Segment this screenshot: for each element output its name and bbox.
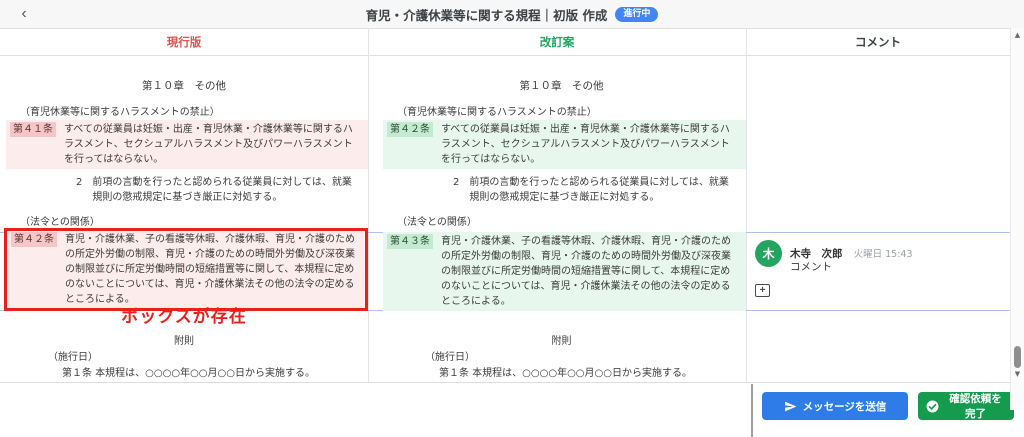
article-row-harassment[interactable]: 第４２条 すべての従業員は妊娠・出産・育児休業・介護休業等に関するハラスメント、… <box>383 120 746 169</box>
comments-pane: 木 木寺 次郎 火曜日 15:43 コメント + <box>747 56 1010 382</box>
paragraph-text: 前項の言動を行ったと認められる従業員に対しては、就業規則の懲戒規定に基づき厳正に… <box>469 175 731 205</box>
revised-version-pane: 第１０章 その他 （育児休業等に関するハラスメントの禁止） 第４２条 すべての従… <box>377 56 746 382</box>
article-number: 第４１条 <box>10 122 56 137</box>
status-badge: 進行中 <box>615 7 658 22</box>
enforcement-heading: （施行日） <box>48 350 98 365</box>
box-annotation: ボックスが存在 <box>0 310 368 325</box>
send-message-label: メッセージを送信 <box>803 399 887 414</box>
article-number: 第４２条 <box>11 232 57 247</box>
article-text: すべての従業員は妊娠・出産・育児休業・介護休業等に関するハラスメント、セクシュア… <box>441 122 737 167</box>
scrollbar[interactable]: ▲ ▼ <box>1010 28 1024 410</box>
article-row-law[interactable]: 第４３条 育児・介護休業、子の看護等休暇、介護休暇、育児・介護のための所定外労働… <box>383 232 746 311</box>
article-text: 育児・介護休業、子の看護等休暇、介護休暇、育児・介護のための所定外労働の制限、育… <box>65 232 361 307</box>
table-header: 現行版 改訂案 コメント <box>0 28 1010 56</box>
section-heading: （法令との関係） <box>397 215 477 230</box>
section-heading: （育児休業等に関するハラスメントの禁止） <box>20 105 220 120</box>
article-paragraph-2: 2 前項の言動を行ったと認められる従業員に対しては、就業規則の懲戒規定に基づき厳… <box>76 175 354 205</box>
article-text: すべての従業員は妊娠・出産・育児休業・介護休業等に関するハラスメント、セクシュア… <box>64 122 360 167</box>
scrollbar-thumb[interactable] <box>1014 346 1021 368</box>
section-heading: （育児休業等に関するハラスメントの禁止） <box>397 105 597 120</box>
chapter-heading: 第１０章 その他 <box>0 79 368 94</box>
add-comment-icon[interactable]: + <box>755 284 770 297</box>
enforcement-text: 第１条 本規程は、○○○○年○○月○○日から実施する。 <box>439 366 692 381</box>
column-divider <box>368 28 369 382</box>
scroll-down-arrow[interactable]: ▼ <box>1011 370 1024 378</box>
complete-request-button[interactable]: 確認依頼を完了 <box>918 392 1014 420</box>
article-number: 第４２条 <box>387 122 433 137</box>
scroll-up-arrow[interactable]: ▲ <box>1011 31 1024 39</box>
enforcement-heading: （施行日） <box>425 350 475 365</box>
complete-request-label: 確認依頼を完了 <box>945 391 1006 421</box>
column-header-current: 現行版 <box>0 29 368 55</box>
avatar: 木 <box>755 240 782 267</box>
chapter-heading: 第１０章 その他 <box>377 79 746 94</box>
column-header-comments: コメント <box>746 29 1010 55</box>
paragraph-number: 2 <box>76 175 82 205</box>
appendix-title: 附則 <box>0 334 368 349</box>
article-row-harassment[interactable]: 第４１条 すべての従業員は妊娠・出産・育児休業・介護休業等に関するハラスメント、… <box>6 120 368 169</box>
check-circle-icon <box>926 400 939 413</box>
topbar: ‹ 育児・介護休業等に関する規程｜初版 作成 進行中 <box>0 0 1024 28</box>
back-button[interactable]: ‹ <box>12 2 36 26</box>
paragraph-text: 前項の言動を行ったと認められる従業員に対しては、就業規則の懲戒規定に基づき厳正に… <box>92 175 354 205</box>
paragraph-number: 2 <box>453 175 459 205</box>
send-icon <box>784 400 797 413</box>
comment-body: コメント <box>790 259 832 274</box>
article-paragraph-2: 2 前項の言動を行ったと認められる従業員に対しては、就業規則の懲戒規定に基づき厳… <box>453 175 731 205</box>
content-bottom-border <box>0 382 1010 383</box>
article-row-law-selected[interactable]: 第４２条 育児・介護休業、子の看護等休暇、介護休暇、育児・介護のための所定外労働… <box>4 228 368 311</box>
article-number: 第４３条 <box>387 234 433 249</box>
appendix-title: 附則 <box>377 334 746 349</box>
current-version-pane: 第１０章 その他 （育児休業等に関するハラスメントの禁止） 第４１条 すべての従… <box>0 56 368 382</box>
article-text: 育児・介護休業、子の看護等休暇、介護休暇、育児・介護のための所定外労働の制限、育… <box>441 234 737 309</box>
enforcement-text: 第１条 本規程は、○○○○年○○月○○日から実施する。 <box>62 366 315 381</box>
footer-divider <box>751 384 753 437</box>
comment-timestamp: 火曜日 15:43 <box>854 249 913 260</box>
send-message-button[interactable]: メッセージを送信 <box>762 392 908 420</box>
column-header-revised: 改訂案 <box>368 29 746 55</box>
app-window: ‹ 育児・介護休業等に関する規程｜初版 作成 進行中 現行版 改訂案 コメント … <box>0 0 1024 437</box>
page-title: 育児・介護休業等に関する規程｜初版 作成 <box>366 5 608 24</box>
